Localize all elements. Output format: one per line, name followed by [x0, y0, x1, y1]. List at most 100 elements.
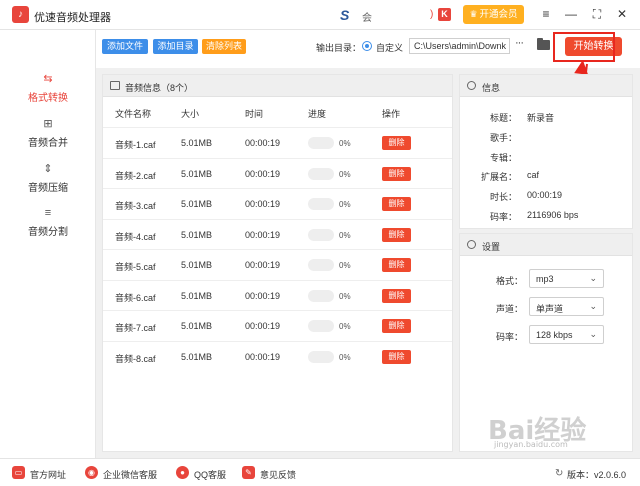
file-size-cell: 5.01MB	[181, 351, 213, 362]
info-row: 歌手：	[460, 128, 632, 146]
file-time-cell: 00:00:19	[245, 351, 281, 362]
file-name-cell: 音频-3.caf	[115, 201, 156, 211]
custom-dir-label[interactable]: 自定义	[376, 41, 403, 54]
progress-bar	[308, 350, 334, 363]
table-row: 音频-5.caf 5.01MB 00:00:19 0% 删除	[103, 249, 452, 279]
sidebar-item-audio-compress[interactable]: ⇕ 音频压缩	[0, 162, 96, 200]
refresh-icon[interactable]: ↻	[555, 468, 563, 479]
chevron-down-icon: ⌄	[589, 273, 597, 283]
file-list-panel: 音频信息（8个） 文件名称 大小 时间 进度 操作 音频-1.caf 5.01MB…	[102, 74, 453, 452]
footer-label: 官方网址	[30, 470, 67, 480]
s-logo-icon: S	[340, 7, 350, 23]
footer: ▭ 官方网址 ◉ 企业微信客服 ● QQ客服 ✎ 意见反馈 ↻ 版本：v2.0.…	[0, 458, 640, 486]
sidebar-item-audio-merge[interactable]: ⊞ 音频合并	[0, 117, 96, 155]
delete-button[interactable]: 删除	[382, 227, 411, 242]
settings-row: 声道： 单声道 ⌄	[460, 297, 632, 317]
add-file-button[interactable]: 添加文件	[102, 39, 148, 54]
close-icon[interactable]: ✕	[614, 6, 630, 22]
table-row: 音频-2.caf 5.01MB 00:00:19 0% 删除	[103, 157, 452, 188]
sidebar-item-label: 格式转换	[28, 93, 68, 104]
footer-label: 意见反馈	[260, 470, 297, 480]
open-folder-icon[interactable]	[537, 38, 550, 50]
vip-button[interactable]: ♛ 开通会员	[463, 5, 524, 24]
info-key: 标题：	[489, 113, 517, 123]
info-title: 信息	[482, 83, 501, 93]
delete-button[interactable]: 删除	[382, 288, 411, 303]
footer-qq-service-link[interactable]: ● QQ客服	[176, 466, 236, 480]
menu-icon[interactable]: ≡	[538, 6, 554, 22]
delete-button[interactable]: 删除	[382, 197, 411, 211]
settings-select[interactable]: mp3 ⌄	[529, 269, 604, 288]
delete-button[interactable]: 删除	[382, 166, 411, 181]
settings-select[interactable]: 单声道 ⌄	[529, 297, 604, 316]
progress-bar	[308, 289, 334, 302]
file-size-cell: 5.01MB	[181, 290, 213, 301]
info-value: 2116906 bps	[527, 210, 579, 220]
file-name-cell: 音频-4.caf	[115, 231, 156, 242]
progress-percent: 0%	[339, 261, 351, 270]
version-label: 版本：v2.0.6.0	[567, 470, 627, 480]
settings-value: 单声道	[536, 304, 564, 314]
progress-bar	[308, 320, 334, 332]
info-row: 时长： 00:00:19	[460, 187, 632, 205]
progress-bar	[308, 198, 334, 210]
delete-button[interactable]: 删除	[382, 349, 411, 364]
maximize-icon[interactable]: ⛶	[589, 6, 605, 22]
sidebar-item-label: 音频压缩	[28, 183, 68, 194]
column-header-size: 大小	[181, 109, 200, 119]
custom-dir-radio[interactable]	[362, 41, 372, 51]
file-time-cell: 00:00:19	[245, 168, 281, 179]
footer-label: 企业微信客服	[103, 470, 158, 480]
table-row: 音频-1.caf 5.01MB 00:00:19 0% 删除	[103, 127, 452, 157]
footer-wechat-service-link[interactable]: ◉ 企业微信客服	[85, 466, 165, 480]
delete-button[interactable]: 删除	[382, 136, 411, 150]
file-time-cell: 00:00:19	[245, 321, 281, 331]
file-time-cell: 00:00:19	[245, 199, 281, 209]
file-time-cell: 00:00:19	[245, 138, 281, 148]
file-time-cell: 00:00:19	[245, 229, 281, 240]
info-key: 扩展名：	[480, 172, 517, 183]
file-size-cell: 5.01MB	[181, 138, 213, 148]
progress-bar	[308, 259, 334, 271]
sidebar-item-format-convert[interactable]: ⇆ 格式转换	[0, 72, 96, 110]
file-size-cell: 5.01MB	[181, 168, 213, 179]
info-key: 专辑：	[489, 152, 517, 163]
output-path-input[interactable]: C:\Users\admin\Downk	[409, 38, 510, 54]
footer-website-link[interactable]: ▭ 官方网址	[12, 466, 72, 480]
info-value: caf	[527, 170, 540, 181]
info-panel: 信息 标题： 新录音 歌手： 专辑： 扩展名： caf 时长： 00:00:19 码率： 2116…	[459, 74, 633, 229]
info-row: 专辑：	[460, 148, 632, 166]
column-header-progress: 进度	[308, 109, 327, 119]
clear-list-button[interactable]: 清除列表	[202, 39, 246, 54]
watermark-url: jingyan.baidu.com	[494, 440, 568, 449]
minimize-icon[interactable]: —	[563, 6, 579, 22]
progress-percent: 0%	[339, 291, 351, 301]
footer-feedback-link[interactable]: ✎ 意见反馈	[242, 466, 302, 480]
delete-button[interactable]: 删除	[382, 258, 411, 272]
website-icon: ▭	[12, 466, 25, 479]
baidu-watermark: Bai经验 jingyan.baidu.com	[488, 410, 628, 456]
progress-bar	[308, 167, 334, 180]
column-header-action: 操作	[382, 109, 401, 119]
feedback-icon: ✎	[242, 466, 255, 479]
k-badge-icon[interactable]: K	[438, 8, 451, 21]
progress-percent: 0%	[339, 139, 351, 148]
table-row: 音频-3.caf 5.01MB 00:00:19 0% 删除	[103, 188, 452, 218]
progress-percent: 0%	[339, 230, 351, 240]
delete-button[interactable]: 删除	[382, 319, 411, 333]
settings-key: 格式：	[496, 276, 524, 286]
footer-label: QQ客服	[194, 470, 227, 480]
output-dir-label: 输出目录：	[316, 43, 362, 53]
crown-icon: ♛	[469, 9, 478, 19]
add-directory-button[interactable]: 添加目录	[153, 39, 198, 54]
progress-percent: 0%	[339, 322, 351, 331]
sidebar-item-audio-split[interactable]: ≡ 音频分割	[0, 206, 96, 244]
table-row: 音频-6.caf 5.01MB 00:00:19 0% 删除	[103, 279, 452, 310]
sidebar-item-label: 音频分割	[28, 227, 68, 238]
file-name-cell: 音频-6.caf	[115, 292, 156, 303]
table-row: 音频-4.caf 5.01MB 00:00:19 0% 删除	[103, 218, 452, 249]
info-row: 扩展名： caf	[460, 167, 632, 185]
browse-more-icon[interactable]: ···	[515, 37, 524, 49]
settings-value: 128 kbps	[536, 330, 573, 340]
settings-select[interactable]: 128 kbps ⌄	[529, 325, 604, 344]
